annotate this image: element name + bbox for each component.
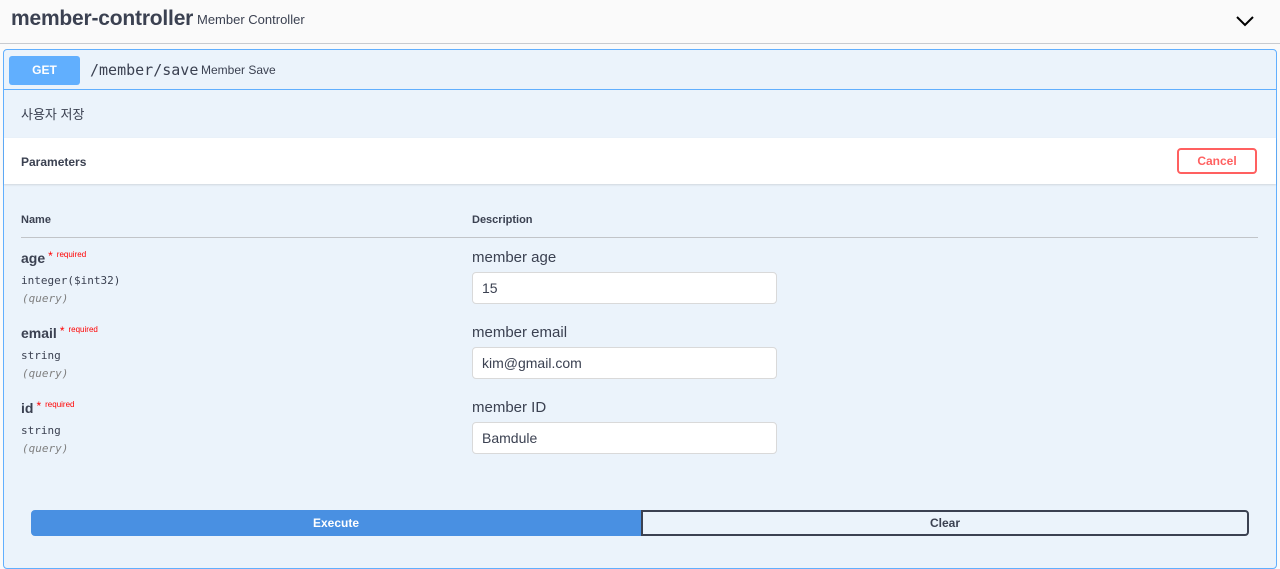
parameter-description: member ID	[472, 399, 547, 416]
parameter-name: age	[21, 250, 46, 266]
required-star: *	[59, 324, 65, 338]
parameter-name: id	[21, 400, 34, 416]
chevron-down-icon[interactable]	[1234, 10, 1256, 32]
parameter-email: email * required string (query)	[21, 324, 98, 380]
clear-button[interactable]: Clear	[641, 510, 1249, 536]
column-header-description: Description	[472, 214, 533, 226]
required-label: required	[56, 250, 87, 259]
parameter-in: (query)	[22, 367, 69, 380]
required-label: required	[45, 400, 75, 409]
parameter-description: member email	[472, 324, 568, 341]
parameter-type: string	[21, 424, 61, 437]
parameter-id: id * required string (query)	[21, 399, 75, 455]
operation-summary-text: Member Save	[201, 63, 276, 77]
required-star: *	[48, 249, 53, 263]
method-badge: GET	[9, 56, 80, 85]
operation-summary[interactable]: GET /member/save Member Save	[4, 50, 1276, 90]
age-input[interactable]	[472, 272, 777, 304]
header-divider	[21, 237, 1258, 238]
operation-path: /member/save	[90, 61, 199, 79]
parameters-title: Parameters	[21, 155, 87, 169]
column-header-name: Name	[21, 214, 51, 226]
parameter-type: integer($int32)	[21, 274, 121, 287]
cancel-button[interactable]: Cancel	[1177, 148, 1257, 174]
parameter-in: (query)	[22, 442, 69, 455]
parameter-description: member age	[472, 249, 557, 266]
parameters-header: Parameters Cancel	[4, 138, 1276, 184]
parameter-name: email	[21, 325, 57, 341]
required-star: *	[36, 399, 42, 413]
email-input[interactable]	[472, 347, 777, 379]
id-input[interactable]	[472, 422, 777, 454]
tag-description: Member Controller	[197, 12, 305, 27]
operation-block: GET /member/save Member Save 사용자 저장 Para…	[3, 49, 1277, 569]
tag-name: member-controller	[11, 7, 194, 30]
operation-description: 사용자 저장	[21, 107, 85, 122]
parameter-type: string	[21, 349, 61, 362]
required-label: required	[68, 325, 98, 334]
execute-button[interactable]: Execute	[31, 510, 641, 536]
parameter-age: age * required integer($int32) (query)	[21, 249, 121, 305]
tag-header[interactable]: member-controller Member Controller	[0, 0, 1280, 44]
parameter-in: (query)	[22, 292, 69, 305]
